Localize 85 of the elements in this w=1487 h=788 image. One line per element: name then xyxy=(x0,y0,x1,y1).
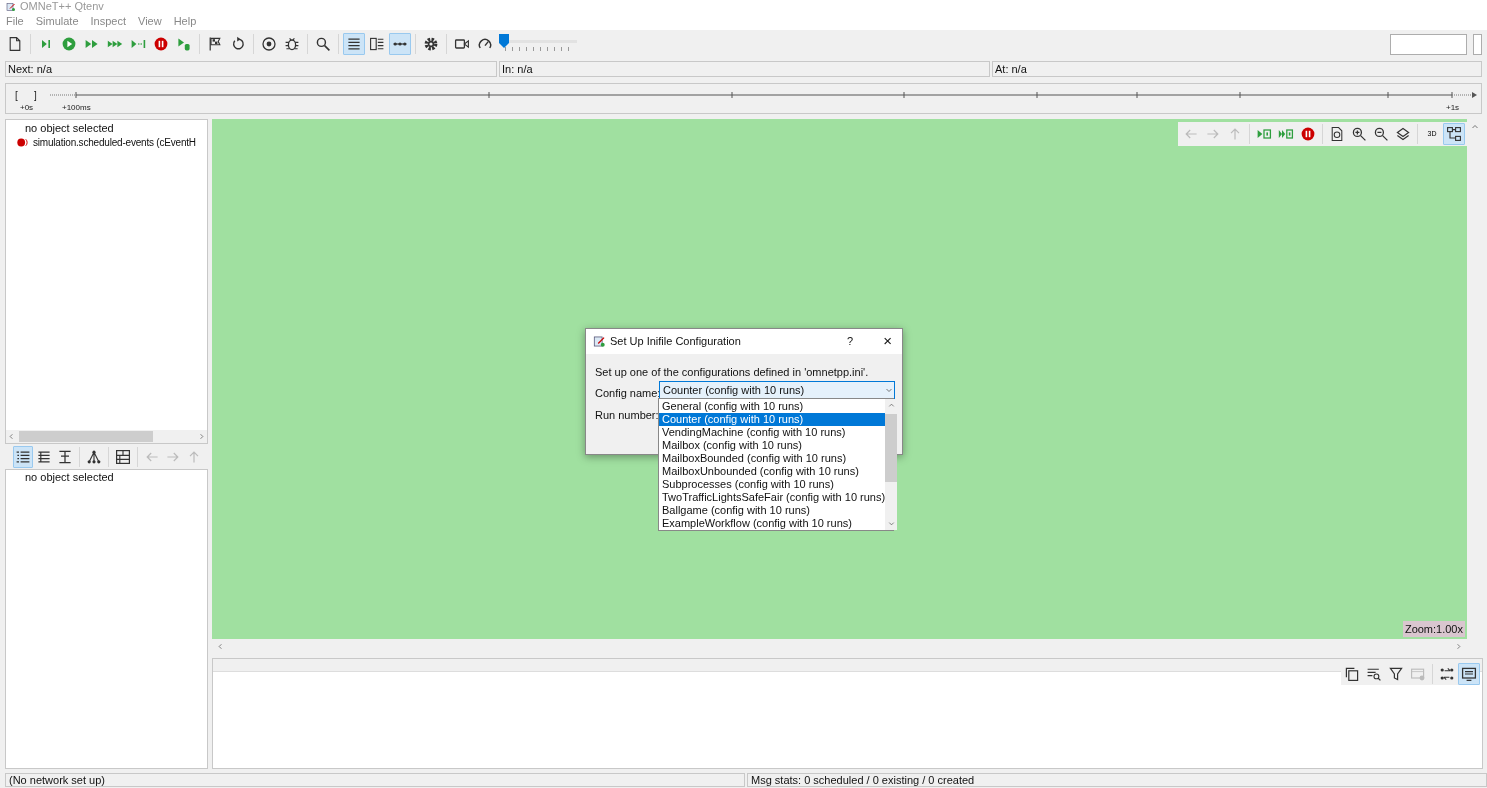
dropdown-option[interactable]: VendingMachine (config with 10 runs) xyxy=(659,426,886,439)
menu-item[interactable]: Simulate xyxy=(35,12,79,30)
list-icon xyxy=(36,448,53,465)
bug-icon xyxy=(284,36,300,52)
zoom-out-icon xyxy=(1373,126,1389,142)
inspector-text: no object selected xyxy=(25,469,114,485)
video-camera-icon xyxy=(454,36,470,52)
config-dropdown[interactable]: Counter (config with 10 runs) xyxy=(659,381,895,399)
search-icon xyxy=(315,36,331,52)
vertical-scrollbar[interactable] xyxy=(885,399,898,530)
config-icon xyxy=(593,335,606,348)
dropdown-option[interactable]: Subprocesses (config with 10 runs) xyxy=(659,478,886,491)
lines-icon xyxy=(346,36,362,52)
status-field: In: n/a xyxy=(499,61,990,77)
flag-icon xyxy=(207,36,223,52)
scroll-thumb[interactable] xyxy=(885,414,898,482)
status-text: (No network set up) xyxy=(5,773,745,787)
close-button[interactable]: × xyxy=(883,330,892,353)
copy-icon xyxy=(1344,666,1360,682)
tree-icon xyxy=(86,448,102,465)
status-field: Next: n/a xyxy=(5,61,497,77)
target-icon xyxy=(261,36,277,52)
range-bracket: ] xyxy=(34,90,37,101)
dropdown-option[interactable]: MailboxBounded (config with 10 runs) xyxy=(659,452,886,465)
layers-icon xyxy=(1395,126,1411,142)
dropdown-option[interactable]: Counter (config with 10 runs) xyxy=(659,413,886,426)
toolbar-handle[interactable] xyxy=(1473,33,1482,55)
tree-item[interactable]: simulation.scheduled-events (cEventH xyxy=(33,134,196,150)
split-view-icon xyxy=(369,36,385,52)
find-icon xyxy=(1366,666,1382,682)
grid-layout-icon xyxy=(114,448,131,465)
layout-button[interactable] xyxy=(1443,123,1465,145)
time-label: +100ms xyxy=(62,103,91,112)
monitor-icon xyxy=(1461,666,1477,682)
step-into-icon xyxy=(1256,126,1272,142)
play-badge-icon xyxy=(176,36,192,52)
log-mode-button[interactable] xyxy=(1458,663,1480,685)
field-label: Run number: xyxy=(595,408,659,423)
menu-item[interactable]: View xyxy=(138,12,162,30)
horizontal-scrollbar[interactable] xyxy=(6,430,207,443)
layout-icon xyxy=(1446,126,1462,142)
window-icon xyxy=(1410,666,1426,682)
menu-item[interactable]: Inspect xyxy=(90,12,126,30)
tree-item[interactable]: no object selected xyxy=(25,120,114,137)
run-icon xyxy=(61,36,77,52)
range-bracket: [ xyxy=(15,90,18,101)
new-file-icon xyxy=(7,36,23,52)
fast-into-icon xyxy=(1278,126,1294,142)
restart-icon xyxy=(230,36,246,52)
window-title: OMNeT++ Qtenv xyxy=(20,1,104,12)
scroll-right-icon[interactable] xyxy=(197,432,206,441)
input-field[interactable] xyxy=(1390,33,1467,55)
zoom-label: Zoom:1.00x xyxy=(1402,620,1465,637)
settings-icon xyxy=(423,36,439,52)
dropdown-option[interactable]: ExampleWorkflow (config with 10 runs) xyxy=(659,517,886,530)
app-icon xyxy=(6,2,16,12)
slider-thumb[interactable] xyxy=(499,34,509,48)
dropdown-option[interactable]: TwoTrafficLightsSafeFair (config with 10 runs) xyxy=(659,491,886,504)
time-label: +1s xyxy=(1446,103,1460,112)
help-button[interactable]: ? xyxy=(847,333,854,350)
relayout-icon xyxy=(1329,126,1345,142)
stop-icon xyxy=(153,36,169,52)
dropdown-option[interactable]: Mailbox (config with 10 runs) xyxy=(659,439,886,452)
stop-icon xyxy=(1300,126,1316,142)
indented-list-button[interactable] xyxy=(13,445,34,468)
status-field: At: n/a xyxy=(992,61,1482,77)
dropdown-option[interactable]: MailboxUnbounded (config with 10 runs) xyxy=(659,465,886,478)
swap-icon xyxy=(1439,666,1455,682)
menu-item[interactable]: File xyxy=(6,12,24,30)
dotted-line-button[interactable] xyxy=(389,33,411,55)
menu-item[interactable]: Help xyxy=(173,12,197,30)
dialog-message: Set up one of the configurations defined in 'omnetpp.ini'. xyxy=(595,365,869,380)
scroll-up-icon[interactable] xyxy=(886,401,896,410)
scroll-down-icon[interactable] xyxy=(886,519,896,528)
status-text: Msg stats: 0 scheduled / 0 existing / 0 created xyxy=(747,773,1487,787)
time-label: +0s xyxy=(20,103,34,112)
lines-button[interactable] xyxy=(343,33,365,55)
dialog-title: Set Up Inifile Configuration xyxy=(610,334,741,350)
scroll-thumb[interactable] xyxy=(19,431,153,442)
field-label: Config name: xyxy=(595,386,661,401)
dropdown-option[interactable]: General (config with 10 runs) xyxy=(659,400,886,413)
dropdown-option[interactable]: Ballgame (config with 10 runs) xyxy=(659,504,886,517)
text-icon xyxy=(57,448,74,465)
zoom-in-icon xyxy=(1351,126,1367,142)
filter-icon xyxy=(1388,666,1404,682)
